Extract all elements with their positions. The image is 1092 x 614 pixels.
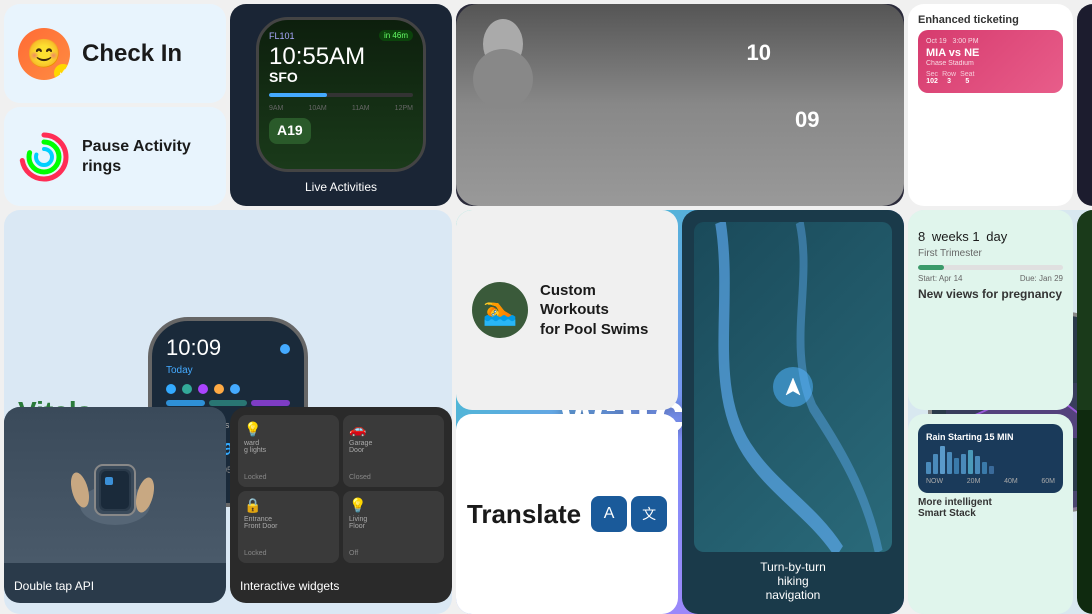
double-tap-image xyxy=(4,407,226,563)
hiking-map xyxy=(694,222,892,552)
ticketing-card: Enhanced ticketing Oct 19 3:00 PM MIA vs… xyxy=(908,4,1073,206)
vitals-bars xyxy=(166,400,290,406)
pool-swims-label: Custom Workouts for Pool Swims xyxy=(540,281,662,340)
vitals-subtitle: Today xyxy=(166,365,290,376)
flight-from: SFO xyxy=(269,69,413,85)
flight-progress-fill xyxy=(269,93,327,97)
hand-svg xyxy=(55,435,175,535)
smart-stack-rain: Rain Starting 15 MIN xyxy=(926,432,1055,442)
frontdoor-icon: 🔒 xyxy=(244,497,333,514)
checkin-title: Check In xyxy=(82,40,182,68)
pregnancy-trimester: First Trimester xyxy=(918,248,1063,259)
translate-card: Translate A 文 xyxy=(456,414,678,614)
effort-card: Effort rating Moderate xyxy=(1077,4,1092,206)
photos-watches: 10 09 WED 11 10 09 xyxy=(530,29,831,144)
pause-card: Pause Activity rings xyxy=(4,107,226,206)
ticketing-header: Enhanced ticketing xyxy=(918,14,1063,26)
smart-stack-title: More intelligent Smart Stack xyxy=(918,497,1063,519)
avatar: 😊 xyxy=(18,28,70,80)
garage-icon: 🚗 xyxy=(349,421,438,438)
ticket-game: MIA vs NE xyxy=(926,47,1055,59)
ticket-seats: Sec 102 Row 3 Seat 5 xyxy=(926,71,1055,85)
hiking-map-svg xyxy=(694,222,892,552)
lights-status: Locked xyxy=(244,474,333,481)
lights-label: ward xyxy=(244,440,333,447)
widget-items-grid: 💡 ward g lights Locked 🚗 Garage Door Clo… xyxy=(238,415,444,563)
gate-time: in 46m xyxy=(379,30,413,41)
vitals-dot-indicator xyxy=(280,344,290,354)
pregnancy-weeks: 8 xyxy=(918,229,925,244)
pregnancy-card: 8 weeks 1 day First Trimester Start: Apr… xyxy=(908,210,1073,410)
interactive-widgets-card: 💡 ward g lights Locked 🚗 Garage Door Clo… xyxy=(230,407,452,603)
ticket-venue: Chase Stadium xyxy=(926,60,1055,67)
translate-a-icon: A xyxy=(591,496,627,532)
smart-stack-time-labels: NOW 20M 40M 60M xyxy=(926,478,1055,485)
garage-label: Garage xyxy=(349,440,438,447)
floor-label: Living xyxy=(349,516,438,523)
pregnancy-days: 1 xyxy=(972,229,979,244)
flight-time: 10:55AM xyxy=(269,45,413,69)
widget-frontdoor: 🔒 Entrance Front Door Locked xyxy=(238,491,339,563)
ticket-detail: Oct 19 3:00 PM MIA vs NE Chase Stadium S… xyxy=(918,30,1063,93)
distance-map-svg: Ohlone Wilderness Trail xyxy=(1077,210,1092,410)
photos-face-card: 10 09 WED 11 10 09 xyxy=(456,4,904,206)
ticket-date: Oct 19 xyxy=(926,38,947,45)
hiking-card: Turn-by-turn hiking navigation xyxy=(682,210,904,614)
pause-title: Pause Activity rings xyxy=(82,137,212,175)
live-activities-card: FL101 in 46m 10:55AM SFO 9AM 10AM 11AM 1… xyxy=(230,4,452,206)
floor-icon: 💡 xyxy=(349,497,438,514)
double-tap-card: Double tap API xyxy=(4,407,226,603)
flight-label: FL101 xyxy=(269,31,295,41)
flight-progress-bar xyxy=(269,93,413,97)
live-activities-label: Live Activities xyxy=(305,180,377,194)
distance-card: Ohlone Wilderness Trail Distance and rou… xyxy=(1077,210,1092,614)
pregnancy-due: Due: Jan 29 xyxy=(1020,274,1063,283)
flight-times: 9AM 10AM 11AM 12PM xyxy=(269,105,413,112)
double-tap-label: Double tap API xyxy=(14,579,216,593)
interactive-widgets-label: Interactive widgets xyxy=(240,579,442,593)
translate-label: Translate xyxy=(467,499,581,530)
garage-status: Closed xyxy=(349,474,438,481)
frontdoor-label: Entrance xyxy=(244,516,333,523)
watch-face-3: 10 09 xyxy=(736,29,831,144)
pregnancy-dates: Start: Apr 14 Due: Jan 29 xyxy=(918,274,1063,283)
distance-map-bg: Ohlone Wilderness Trail xyxy=(1077,210,1092,614)
smart-stack-card: Rain Starting 15 MIN NOW 20M 40M 60M Mor… xyxy=(908,414,1073,614)
pool-icon: 🏊 xyxy=(472,282,528,338)
gate-badge: A19 xyxy=(269,118,311,144)
pregnancy-progress-bar xyxy=(918,265,1063,270)
pregnancy-progress-fill xyxy=(918,265,944,270)
pregnancy-title: New views for pregnancy xyxy=(918,287,1063,301)
pool-swims-card: 🏊 Custom Workouts for Pool Swims xyxy=(456,210,678,410)
live-activities-watch: FL101 in 46m 10:55AM SFO 9AM 10AM 11AM 1… xyxy=(256,17,426,172)
pregnancy-start: Start: Apr 14 xyxy=(918,274,962,283)
widget-floor: 💡 Living Floor Off xyxy=(343,491,444,563)
avatar-emoji: 😊 xyxy=(27,37,62,70)
widget-garage: 🚗 Garage Door Closed xyxy=(343,415,444,487)
activity-rings xyxy=(18,131,70,183)
frontdoor-status: Locked xyxy=(244,550,333,557)
widget-lights: 💡 ward g lights Locked xyxy=(238,415,339,487)
lights-icon: 💡 xyxy=(244,421,333,438)
ticket-time: 3:00 PM xyxy=(952,38,978,45)
vitals-dots-row xyxy=(166,384,290,394)
vitals-time: 10:09 xyxy=(166,335,221,361)
floor-status: Off xyxy=(349,550,438,557)
translate-icons: A 文 xyxy=(591,496,667,532)
smart-stack-detail: Rain Starting 15 MIN NOW 20M 40M 60M xyxy=(918,424,1063,493)
hiking-label: Turn-by-turn hiking navigation xyxy=(760,560,826,602)
smart-stack-bars xyxy=(926,446,1055,474)
translate-char-icon: 文 xyxy=(631,496,667,532)
checkin-card: 😊 Check In xyxy=(4,4,226,103)
